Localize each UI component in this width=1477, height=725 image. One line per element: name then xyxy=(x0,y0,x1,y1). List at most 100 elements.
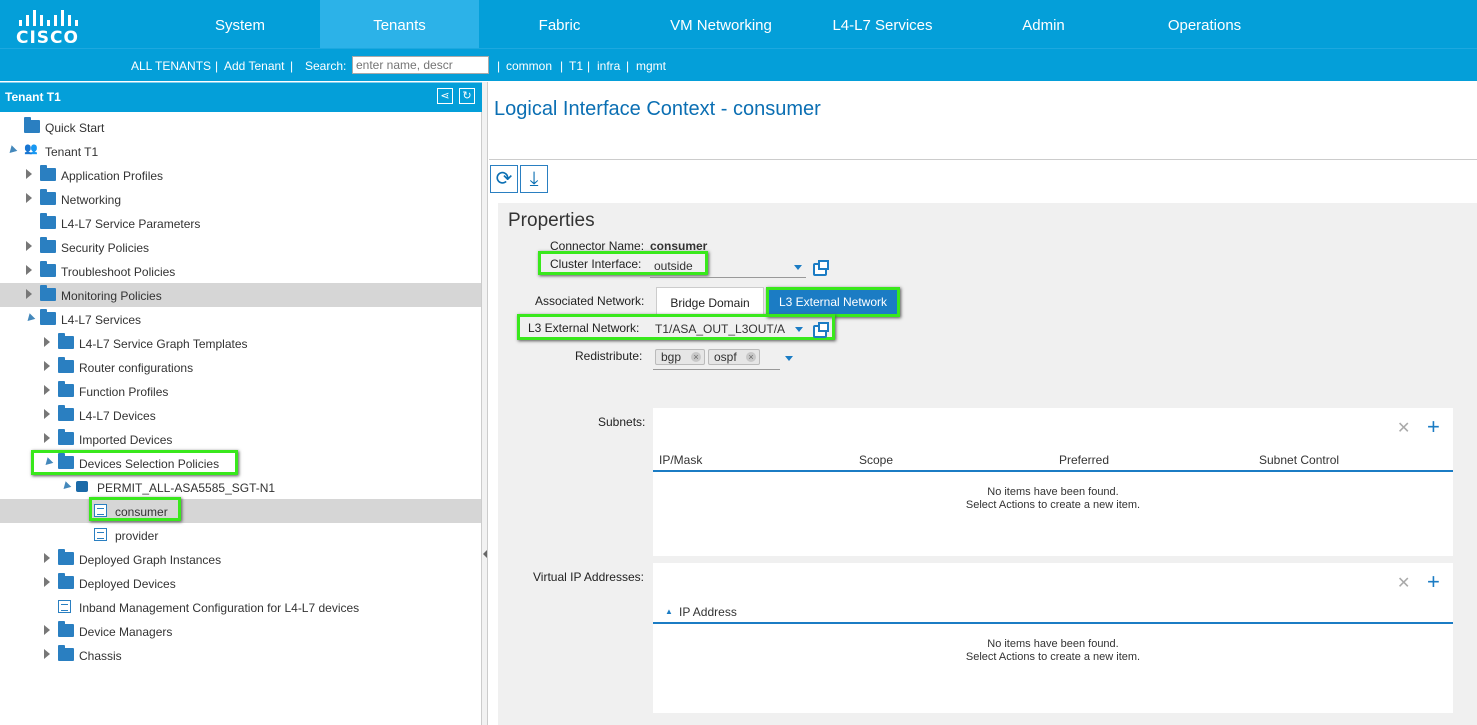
folder-icon xyxy=(58,429,74,445)
download-button[interactable]: ⤓ xyxy=(520,165,548,193)
separator: | xyxy=(587,59,591,73)
collapse-arrow-icon[interactable] xyxy=(44,553,50,563)
add-tenant-link[interactable]: Add Tenant xyxy=(224,59,285,73)
remove-icon[interactable]: × xyxy=(746,352,756,362)
collapse-arrow-icon[interactable] xyxy=(44,337,50,347)
separator: | xyxy=(626,59,630,73)
l3-external-network-option[interactable]: L3 External Network xyxy=(766,287,900,317)
collapse-arrow-icon[interactable] xyxy=(44,577,50,587)
tree-item[interactable]: Chassis xyxy=(0,643,481,667)
tree-item[interactable]: Deployed Graph Instances xyxy=(0,547,481,571)
separator: | xyxy=(215,59,219,73)
tab-fabric[interactable]: Fabric xyxy=(479,0,640,48)
tree-item-label: Quick Start xyxy=(45,121,105,135)
tree-item[interactable]: L4-L7 Devices xyxy=(0,403,481,427)
delete-icon[interactable]: ✕ xyxy=(1397,573,1410,593)
tree-item[interactable]: Networking xyxy=(0,187,481,211)
empty-message-line: Select Actions to create a new item. xyxy=(965,651,1141,663)
tenant-link-t1[interactable]: T1 xyxy=(569,59,583,73)
chip-label: ospf xyxy=(714,350,737,364)
tenant-link-mgmt[interactable]: mgmt xyxy=(636,59,666,73)
cluster-interface-select[interactable]: outside xyxy=(654,259,693,273)
tree-item[interactable]: Inband Management Configuration for L4-L… xyxy=(0,595,481,619)
tree-item[interactable]: Device Managers xyxy=(0,619,481,643)
tree-item-label: provider xyxy=(115,529,159,543)
collapse-arrow-icon[interactable] xyxy=(44,433,50,443)
collapse-arrow-icon[interactable] xyxy=(483,550,487,558)
collapse-arrow-icon[interactable] xyxy=(44,649,50,659)
tree-item[interactable]: provider xyxy=(0,523,481,547)
search-input[interactable] xyxy=(352,56,489,74)
tree-item-label: Inband Management Configuration for L4-L… xyxy=(79,601,360,615)
tenant-link-infra[interactable]: infra xyxy=(597,59,620,73)
tree-item[interactable]: L4-L7 Service Graph Templates xyxy=(0,331,481,355)
share-icon[interactable]: ⋖ xyxy=(437,88,453,104)
tree-item-label: L4-L7 Service Graph Templates xyxy=(79,337,248,351)
expand-arrow-icon[interactable] xyxy=(6,145,18,156)
add-icon[interactable]: + xyxy=(1427,569,1440,595)
column-header-ip-address[interactable]: IP Address xyxy=(679,605,737,619)
collapse-arrow-icon[interactable] xyxy=(26,193,32,203)
tree-item[interactable]: L4-L7 Services xyxy=(0,307,481,331)
column-header-preferred[interactable]: Preferred xyxy=(1059,453,1109,467)
collapse-arrow-icon[interactable] xyxy=(44,385,50,395)
tree-item[interactable]: 👥 Tenant T1 xyxy=(0,139,481,163)
tree-item[interactable]: Monitoring Policies xyxy=(0,283,481,307)
tree-item[interactable]: L4-L7 Service Parameters xyxy=(0,211,481,235)
pane-splitter[interactable] xyxy=(482,82,488,725)
tree-item[interactable]: PERMIT_ALL-ASA5585_SGT-N1 xyxy=(0,475,481,499)
sub-nav-bar: ALL TENANTS | Add Tenant | Search: | com… xyxy=(0,48,1477,81)
tree-item[interactable]: Router configurations xyxy=(0,355,481,379)
all-tenants-link[interactable]: ALL TENANTS xyxy=(131,59,211,73)
collapse-arrow-icon[interactable] xyxy=(26,265,32,275)
cluster-interface-label: Cluster Interface: xyxy=(550,257,642,271)
column-header-scope[interactable]: Scope xyxy=(859,453,893,467)
page-title: Logical Interface Context - consumer xyxy=(494,98,821,120)
expand-arrow-icon[interactable] xyxy=(24,313,36,324)
l3-external-network-select[interactable]: T1/ASA_OUT_L3OUT/A xyxy=(655,322,785,336)
tab-system[interactable]: System xyxy=(160,0,320,48)
virtual-ip-label: Virtual IP Addresses: xyxy=(533,570,644,584)
bridge-domain-option[interactable]: Bridge Domain xyxy=(656,287,764,317)
tree-item[interactable]: Imported Devices xyxy=(0,427,481,451)
collapse-arrow-icon[interactable] xyxy=(26,169,32,179)
cisco-logo[interactable]: CISCO xyxy=(14,8,84,48)
tree-item[interactable]: Troubleshoot Policies xyxy=(0,259,481,283)
tree-item[interactable]: Function Profiles xyxy=(0,379,481,403)
popout-icon[interactable] xyxy=(813,322,829,338)
tree-item[interactable]: Application Profiles xyxy=(0,163,481,187)
add-icon[interactable]: + xyxy=(1427,414,1440,440)
folder-icon xyxy=(24,117,40,133)
chevron-down-icon[interactable] xyxy=(794,265,802,270)
delete-icon[interactable]: ✕ xyxy=(1397,418,1410,438)
tab-operations[interactable]: Operations xyxy=(1124,0,1285,48)
tab-vm-networking[interactable]: VM Networking xyxy=(640,0,802,48)
tree-item[interactable]: Security Policies xyxy=(0,235,481,259)
tree-item[interactable]: consumer xyxy=(0,499,481,523)
collapse-arrow-icon[interactable] xyxy=(26,289,32,299)
refresh-icon[interactable]: ↻ xyxy=(459,88,475,104)
chevron-down-icon[interactable] xyxy=(795,327,803,332)
chevron-down-icon[interactable] xyxy=(785,356,793,361)
collapse-arrow-icon[interactable] xyxy=(26,241,32,251)
collapse-arrow-icon[interactable] xyxy=(44,625,50,635)
tab-tenants[interactable]: Tenants xyxy=(320,0,479,48)
tab-admin[interactable]: Admin xyxy=(963,0,1124,48)
remove-icon[interactable]: × xyxy=(691,352,701,362)
expand-arrow-icon[interactable] xyxy=(60,481,72,492)
column-header-subnet-control[interactable]: Subnet Control xyxy=(1259,453,1339,467)
column-header-ip-mask[interactable]: IP/Mask xyxy=(659,453,702,467)
tab-l4-l7-services[interactable]: L4-L7 Services xyxy=(802,0,963,48)
folder-icon xyxy=(58,381,74,397)
tree-item[interactable]: Quick Start xyxy=(0,115,481,139)
tree-item[interactable]: Deployed Devices xyxy=(0,571,481,595)
refresh-button[interactable]: ⟳ xyxy=(490,165,518,193)
collapse-arrow-icon[interactable] xyxy=(44,361,50,371)
sort-ascending-icon[interactable]: ▲ xyxy=(665,607,673,616)
collapse-arrow-icon[interactable] xyxy=(44,409,50,419)
tree-item-label: PERMIT_ALL-ASA5585_SGT-N1 xyxy=(97,481,276,495)
subnets-table: ✕ + IP/Mask Scope Preferred Subnet Contr… xyxy=(653,408,1453,556)
popout-icon[interactable] xyxy=(813,260,829,276)
tree-item-label: L4-L7 Devices xyxy=(79,409,156,423)
tenant-link-common[interactable]: common xyxy=(506,59,552,73)
